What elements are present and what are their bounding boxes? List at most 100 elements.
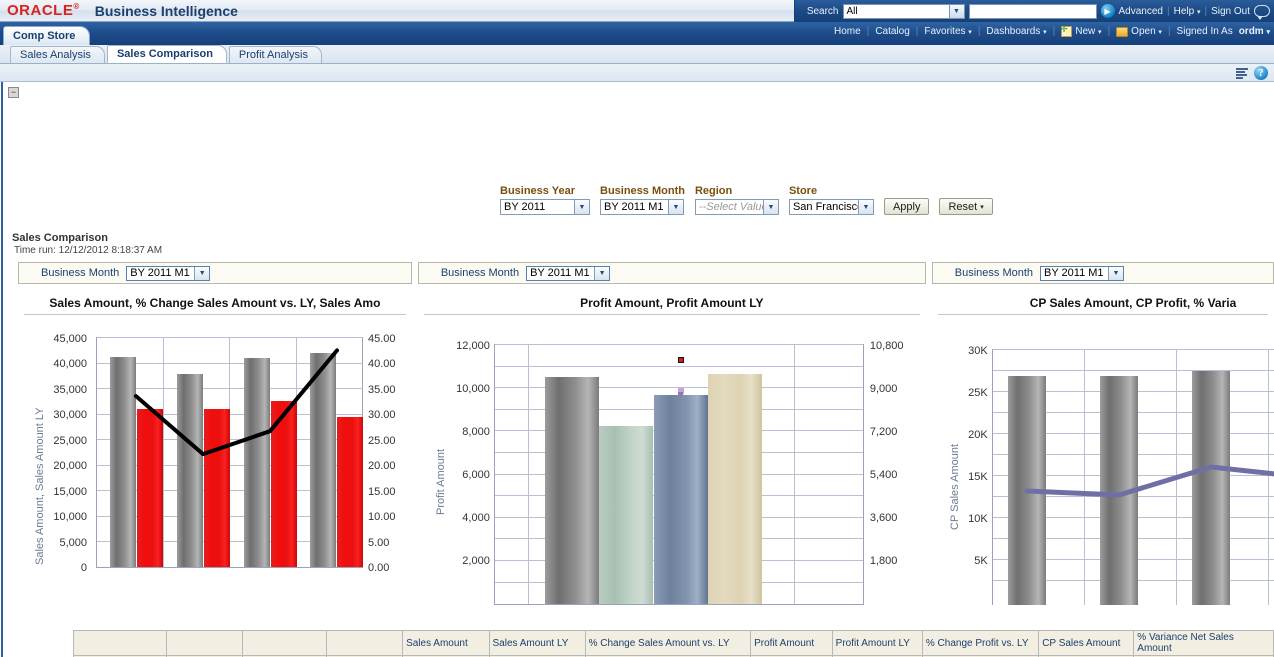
page-tabbar: Sales Analysis Sales Comparison Profit A…: [0, 45, 1274, 64]
chat-bubble-icon[interactable]: [1254, 5, 1270, 17]
nav-favorites[interactable]: Favorites ▾: [924, 26, 971, 37]
chart-1-ytick: 15,000: [32, 486, 87, 498]
chevron-down-icon: ▼: [194, 267, 209, 280]
prompt-bar: Business Year BY 2011 ▼ Business Month B…: [500, 185, 993, 215]
divider: |: [1108, 26, 1111, 37]
nav-dashboards[interactable]: Dashboards ▾: [986, 26, 1046, 37]
store-select[interactable]: San Francisco 1 ▼: [789, 199, 874, 215]
chart-1-y2tick: 35.00: [368, 384, 396, 396]
hdr-sales-amount[interactable]: Sales Amount: [403, 631, 489, 656]
chart-3-ytick: 15K: [942, 471, 988, 483]
hdr-blank-store: [74, 631, 167, 656]
hdr-pct-variance-net-sales[interactable]: % Variance Net Sales Amount: [1134, 631, 1274, 656]
hdr-profit-amount-ly[interactable]: Profit Amount LY: [832, 631, 922, 656]
report-links-icon[interactable]: [1236, 68, 1248, 79]
user-menu[interactable]: ordm ▾: [1239, 26, 1270, 37]
chart-2-y2tick: 3,600: [870, 512, 898, 524]
business-month-select[interactable]: BY 2011 M1 ▼: [600, 199, 684, 215]
chart-panels: Business Month BY 2011 M1 ▼ Sales Amount…: [18, 262, 1274, 605]
chart-3-line-cp-profit: [992, 349, 1274, 605]
chart-1-ytick: 0: [32, 562, 87, 574]
page-title: Sales Comparison: [12, 232, 108, 244]
apply-button[interactable]: Apply: [884, 198, 930, 215]
new-page-icon: ✛: [1061, 26, 1072, 37]
divider: |: [867, 26, 870, 37]
divider: |: [1167, 6, 1170, 17]
search-scope-select[interactable]: All ▼: [843, 4, 965, 19]
chart-1-ytick: 25,000: [32, 435, 87, 447]
chart-1-y2tick: 10.00: [368, 511, 396, 523]
chart-1-y2tick: 45.00: [368, 333, 396, 345]
folder-icon: [1116, 27, 1128, 37]
chevron-down-icon: ▼: [668, 200, 683, 214]
panel-3-business-month-select[interactable]: BY 2011 M1 ▼: [1040, 266, 1124, 281]
panel-cp-sales: Business Month BY 2011 M1 ▼ CP Sales Amo…: [932, 262, 1274, 605]
panel-2-business-month-select[interactable]: BY 2011 M1 ▼: [526, 266, 610, 281]
chart-1-plot: Sales Amount, Sales Amount LY 0 5,000 10…: [18, 315, 412, 605]
sales-comparison-table: Sales Amount Sales Amount LY % Change Sa…: [73, 630, 1274, 657]
table-header-row-1: Sales Amount Sales Amount LY % Change Sa…: [74, 631, 1274, 656]
global-nav-links: Home | Catalog | Favorites ▾ | Dashboard…: [834, 26, 1270, 37]
chevron-down-icon: ▾: [968, 29, 972, 36]
divider: |: [1168, 26, 1171, 37]
chart-1-y2tick: 15.00: [368, 486, 396, 498]
hdr-sales-amount-ly[interactable]: Sales Amount LY: [489, 631, 585, 656]
sign-out-link[interactable]: Sign Out: [1211, 6, 1250, 17]
panel-2-business-month-value: BY 2011 M1: [527, 267, 594, 280]
hdr-cp-sales-amount[interactable]: CP Sales Amount: [1039, 631, 1134, 656]
business-year-select[interactable]: BY 2011 ▼: [500, 199, 590, 215]
dashboard-tabbar: Comp Store Home | Catalog | Favorites ▾ …: [0, 22, 1274, 45]
page-toolbar: ?: [0, 64, 1274, 82]
panel-1-business-month-select[interactable]: BY 2011 M1 ▼: [126, 266, 210, 281]
hdr-pct-change-profit[interactable]: % Change Profit vs. LY: [922, 631, 1038, 656]
panel-2-prompt: Business Month BY 2011 M1 ▼: [418, 262, 926, 284]
chart-2-y2tick: 5,400: [870, 469, 898, 481]
prompt-store-label: Store: [789, 185, 874, 197]
panel-sales-amount: Business Month BY 2011 M1 ▼ Sales Amount…: [18, 262, 412, 605]
chart-1-ytick: 35,000: [32, 384, 87, 396]
chevron-down-icon: ▾: [1158, 29, 1162, 36]
help-circle-icon[interactable]: ?: [1254, 66, 1268, 80]
reset-button[interactable]: Reset▾: [939, 198, 992, 215]
chart-3-ytick: 5K: [942, 555, 988, 567]
tab-sales-analysis[interactable]: Sales Analysis: [10, 46, 105, 63]
region-select[interactable]: --Select Value-- ▼: [695, 199, 779, 215]
search-scope-value: All: [847, 6, 858, 17]
tab-profit-analysis[interactable]: Profit Analysis: [229, 46, 322, 63]
nav-new[interactable]: New ▾: [1075, 26, 1101, 37]
hdr-blank-year: [167, 631, 243, 656]
prompt-business-month-label: Business Month: [600, 185, 685, 197]
hdr-profit-amount[interactable]: Profit Amount: [751, 631, 833, 656]
collapse-minus-icon[interactable]: −: [8, 87, 19, 98]
advanced-link[interactable]: Advanced: [1119, 6, 1163, 17]
chart-3-plotbox: [992, 349, 1274, 605]
search-go-button[interactable]: ▶: [1101, 4, 1115, 18]
chart-2-y2tick: 7,200: [870, 426, 898, 438]
nav-open[interactable]: Open ▾: [1131, 26, 1162, 37]
chart-3-title: CP Sales Amount, CP Profit, % Varia: [932, 284, 1274, 310]
help-menu[interactable]: Help ▾: [1174, 6, 1201, 17]
chevron-down-icon: ▼: [949, 5, 964, 18]
chart-2-ytick: 6,000: [428, 469, 490, 481]
dashboard-tab-comp-store[interactable]: Comp Store: [3, 26, 90, 45]
chart-1-y2tick: 30.00: [368, 409, 396, 421]
chart-1-y2tick: 20.00: [368, 460, 396, 472]
search-label: Search: [807, 6, 839, 17]
chevron-down-icon: ▼: [763, 200, 778, 214]
hdr-pct-change-sales[interactable]: % Change Sales Amount vs. LY: [585, 631, 751, 656]
tab-sales-comparison[interactable]: Sales Comparison: [107, 45, 227, 63]
chart-1-ytick: 20,000: [32, 460, 87, 472]
panel-3-business-month-value: BY 2011 M1: [1041, 267, 1108, 280]
nav-home[interactable]: Home: [834, 26, 861, 37]
business-year-value: BY 2011: [501, 200, 574, 214]
chart-2-y2tick: 10,800: [870, 340, 904, 352]
chart-1-y2tick: 5.00: [368, 537, 389, 549]
prompt-business-month: Business Month BY 2011 M1 ▼: [600, 185, 685, 215]
panel-2-prompt-label: Business Month: [441, 267, 519, 279]
search-input[interactable]: [969, 4, 1097, 19]
dashboard-body: − Business Year BY 2011 ▼ Business Month…: [0, 82, 1274, 657]
panel-1-business-month-value: BY 2011 M1: [127, 267, 194, 280]
nav-catalog[interactable]: Catalog: [875, 26, 909, 37]
chevron-down-icon: ▾: [1266, 29, 1270, 36]
chart-2-ylabel: Profit Amount: [435, 449, 447, 515]
